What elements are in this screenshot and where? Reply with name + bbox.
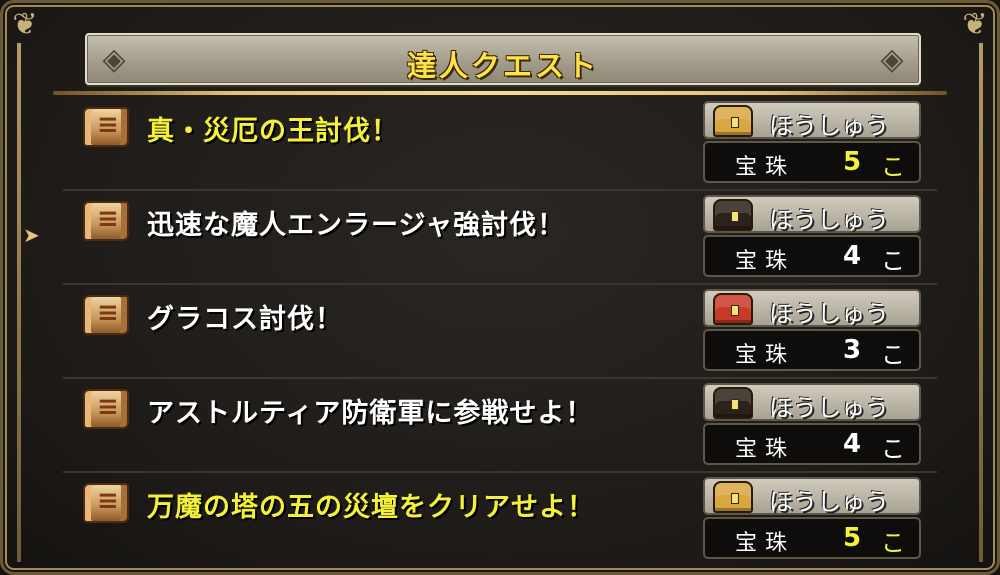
reward-header: ほうしゅう bbox=[703, 289, 921, 328]
reward-header: ほうしゅう bbox=[703, 383, 921, 422]
reward-body: 宝珠 5 こ bbox=[703, 517, 921, 559]
quest-row[interactable]: グラコス討伐！ ほうしゅう 宝珠 3 こ bbox=[63, 285, 937, 379]
reward-item: 宝珠 bbox=[735, 531, 796, 556]
scroll-icon bbox=[83, 201, 129, 241]
corner-ornament-icon: ❦ bbox=[12, 7, 38, 42]
reward-box: ほうしゅう 宝珠 3 こ bbox=[703, 289, 921, 373]
quest-title: グラコス討伐！ bbox=[147, 304, 343, 335]
quest-row[interactable]: アストルティア防衛軍に参戦せよ！ ほうしゅう 宝珠 4 こ bbox=[63, 379, 937, 473]
page-title: 達人クエスト bbox=[406, 49, 599, 83]
reward-unit: こ bbox=[881, 529, 905, 557]
reward-box: ほうしゅう 宝珠 5 こ bbox=[703, 101, 921, 185]
quest-row[interactable]: 真・災厄の王討伐！ ほうしゅう 宝珠 5 こ bbox=[63, 97, 937, 191]
chest-gold-icon bbox=[713, 481, 753, 513]
reward-label: ほうしゅう bbox=[769, 300, 889, 328]
reward-body: 宝珠 4 こ bbox=[703, 235, 921, 277]
title-banner: ◈ 達人クエスト ◈ bbox=[85, 33, 921, 85]
reward-unit: こ bbox=[881, 341, 905, 369]
quest-window: ❦ ❦ ◈ 達人クエスト ◈ 真・災厄の王討伐！ ほうしゅう 宝珠 5 こ bbox=[0, 0, 1000, 575]
reward-item: 宝珠 bbox=[735, 249, 796, 274]
reward-count: 5 bbox=[843, 523, 862, 553]
reward-item: 宝珠 bbox=[735, 437, 796, 462]
quest-title: 真・災厄の王討伐！ bbox=[147, 116, 399, 147]
reward-count: 4 bbox=[843, 429, 862, 459]
quest-title: 迅速な魔人エンラージャ強討伐！ bbox=[147, 210, 566, 241]
reward-unit: こ bbox=[881, 247, 905, 275]
reward-unit: こ bbox=[881, 153, 905, 181]
scroll-icon bbox=[83, 483, 129, 523]
chest-black-icon bbox=[713, 387, 753, 419]
divider bbox=[53, 91, 947, 95]
chest-red-icon bbox=[713, 293, 753, 325]
reward-body: 宝珠 5 こ bbox=[703, 141, 921, 183]
reward-header: ほうしゅう bbox=[703, 477, 921, 516]
reward-item: 宝珠 bbox=[735, 343, 796, 368]
reward-box: ほうしゅう 宝珠 5 こ bbox=[703, 477, 921, 561]
scroll-icon bbox=[83, 389, 129, 429]
frame-rail bbox=[17, 43, 21, 562]
reward-box: ほうしゅう 宝珠 4 こ bbox=[703, 383, 921, 467]
diamond-ornament-icon: ◈ bbox=[880, 42, 904, 77]
reward-label: ほうしゅう bbox=[769, 488, 889, 516]
reward-unit: こ bbox=[881, 435, 905, 463]
reward-label: ほうしゅう bbox=[769, 112, 889, 140]
reward-label: ほうしゅう bbox=[769, 394, 889, 422]
quest-title: 万魔の塔の五の災壇をクリアせよ！ bbox=[147, 492, 595, 523]
frame-rail bbox=[979, 43, 983, 562]
reward-count: 3 bbox=[843, 335, 862, 365]
selection-cursor-icon: ➤ bbox=[23, 223, 40, 247]
chest-gold-icon bbox=[713, 105, 753, 137]
scroll-icon bbox=[83, 295, 129, 335]
reward-count: 5 bbox=[843, 147, 862, 177]
corner-ornament-icon: ❦ bbox=[962, 7, 988, 42]
quest-title: アストルティア防衛軍に参戦せよ！ bbox=[147, 398, 594, 429]
quest-row[interactable]: 迅速な魔人エンラージャ強討伐！ ほうしゅう 宝珠 4 こ bbox=[63, 191, 937, 285]
reward-count: 4 bbox=[843, 241, 862, 271]
reward-body: 宝珠 3 こ bbox=[703, 329, 921, 371]
reward-label: ほうしゅう bbox=[769, 206, 889, 234]
reward-body: 宝珠 4 こ bbox=[703, 423, 921, 465]
reward-header: ほうしゅう bbox=[703, 101, 921, 140]
quest-list: 真・災厄の王討伐！ ほうしゅう 宝珠 5 こ 迅速な魔人エンラージャ強討伐！ bbox=[63, 97, 937, 567]
reward-box: ほうしゅう 宝珠 4 こ bbox=[703, 195, 921, 279]
reward-header: ほうしゅう bbox=[703, 195, 921, 234]
chest-black-icon bbox=[713, 199, 753, 231]
scroll-icon bbox=[83, 107, 129, 147]
reward-item: 宝珠 bbox=[735, 155, 796, 180]
quest-row[interactable]: 万魔の塔の五の災壇をクリアせよ！ ほうしゅう 宝珠 5 こ bbox=[63, 473, 937, 567]
